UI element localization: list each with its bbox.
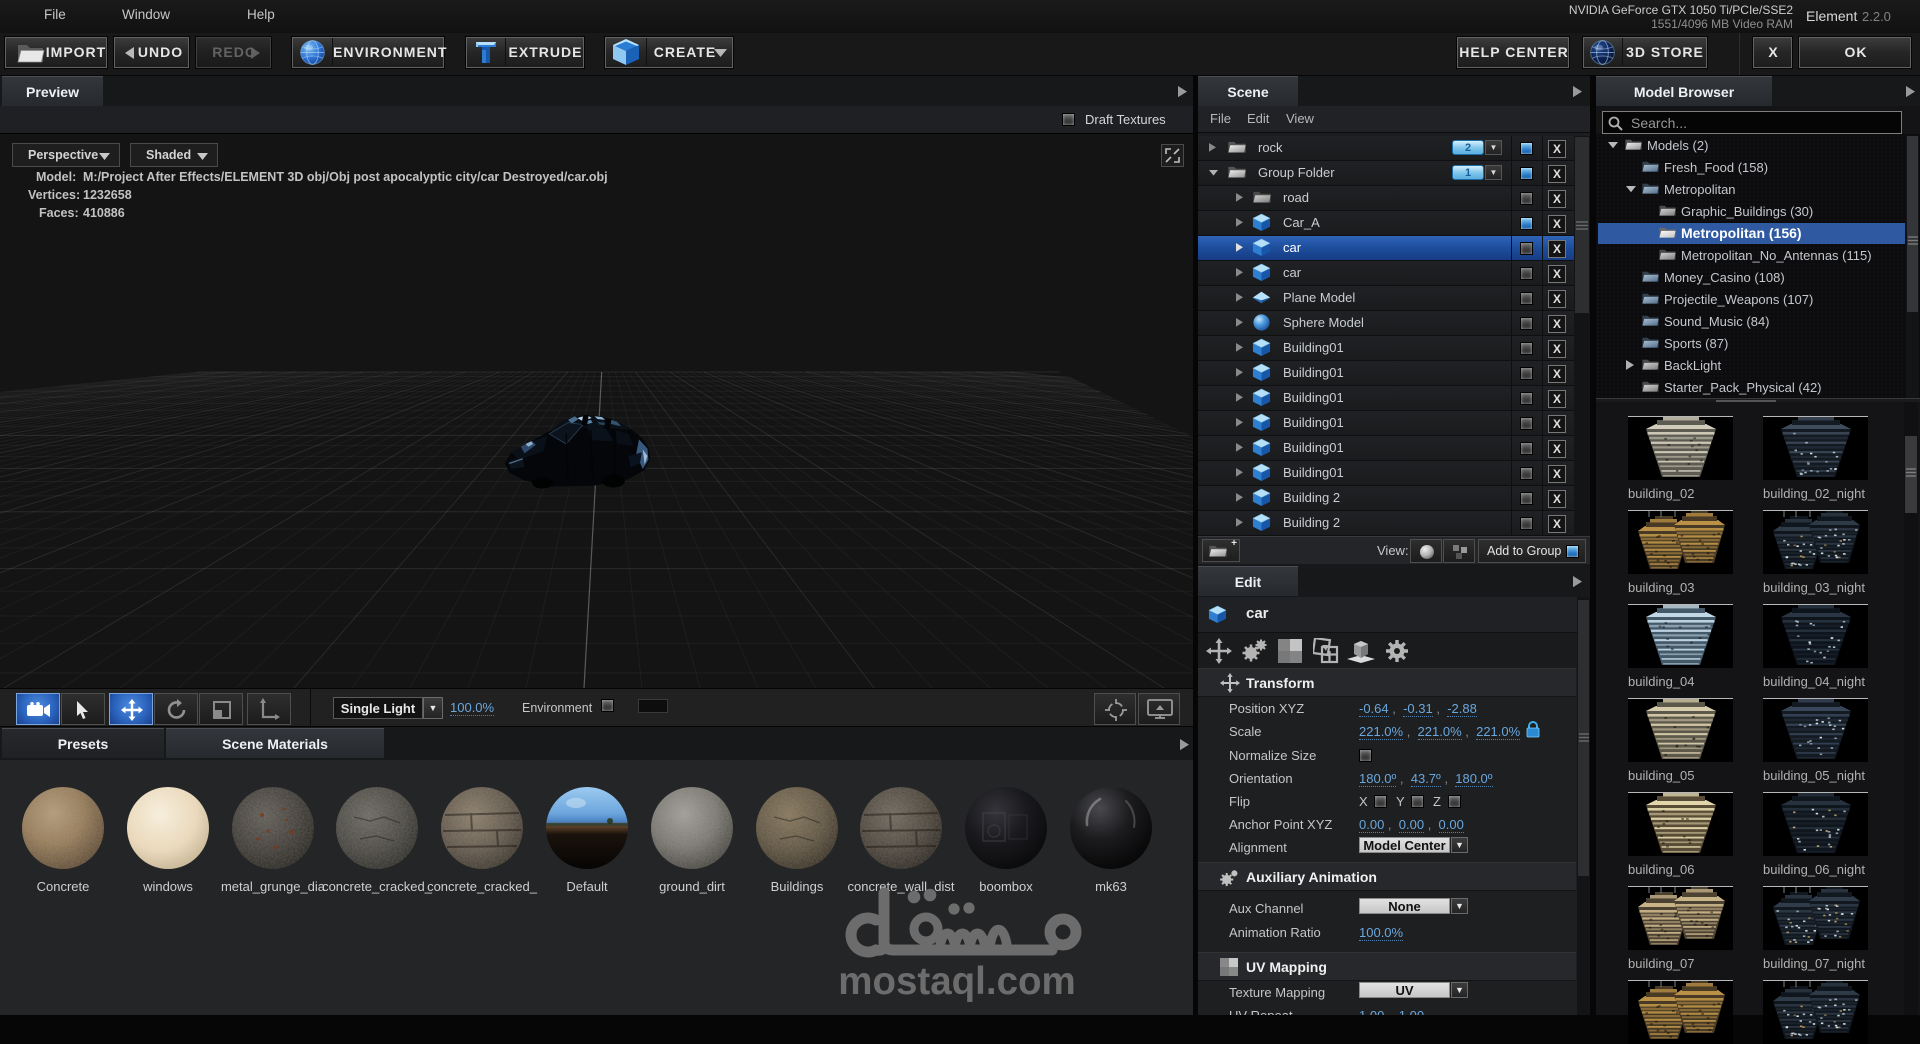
svg-text:mostaql.com: mostaql.com — [838, 960, 1075, 1003]
